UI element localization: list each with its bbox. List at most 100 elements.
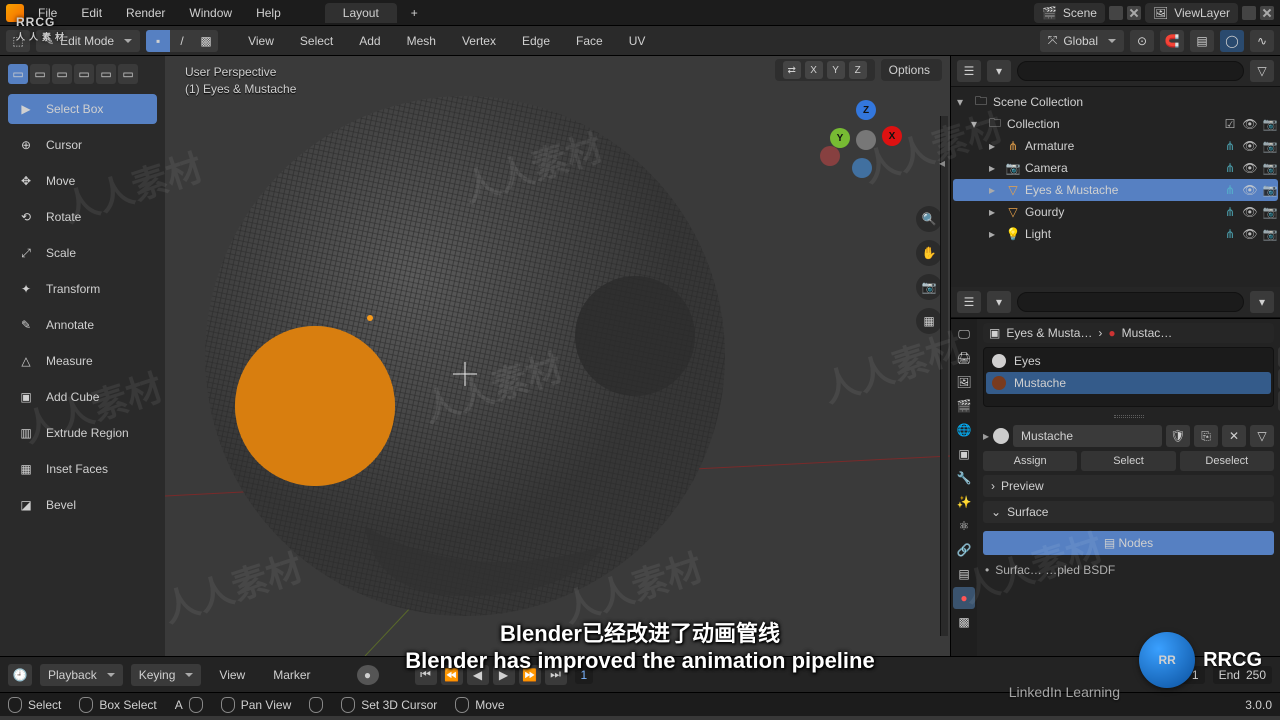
restrict-icon[interactable]: ⋔ [1222,182,1238,198]
tab-modifier[interactable]: 🔧 [953,467,975,489]
toolbar-view[interactable]: View [238,31,284,51]
eye-icon[interactable]: 👁 [1242,182,1258,198]
gizmo-nx[interactable] [820,146,840,166]
restrict-icon[interactable]: ⋔ [1222,160,1238,176]
assign-button[interactable]: Assign [983,451,1077,471]
proportional-falloff-icon[interactable]: ∿ [1250,30,1274,52]
props-search[interactable] [1017,292,1244,312]
gizmo-y[interactable]: Y [830,128,850,148]
menu-render[interactable]: Render [116,3,175,23]
toolbar-select[interactable]: Select [290,31,343,51]
preview-panel[interactable]: ›Preview [983,475,1274,497]
tool-move[interactable]: ✥Move [8,166,157,196]
render-icon[interactable]: 📷 [1262,160,1278,176]
playback-menu[interactable]: Playback [40,664,123,686]
select-button[interactable]: Select [1081,451,1175,471]
chevron-right-icon[interactable]: ▸ [989,183,1001,197]
tab-output[interactable]: 🖨 [953,347,975,369]
bc-material[interactable]: Mustac… [1122,326,1173,340]
eye-icon[interactable]: 👁 [1242,160,1258,176]
tool-cursor[interactable]: ⊕Cursor [8,130,157,160]
toolbar-vertex[interactable]: Vertex [452,31,506,51]
tab-scene[interactable]: 🎬 [953,395,975,417]
fake-user-icon[interactable]: 🛡 [1166,425,1190,447]
timeline-editor-icon[interactable]: 🕘 [8,664,32,686]
next-key-icon[interactable]: ⏩ [519,665,541,685]
axis-x[interactable]: X [805,61,823,79]
autokey-icon[interactable]: ● [357,665,379,685]
outliner-item-light[interactable]: ▸ 💡 Light ⋔ 👁 📷 [953,223,1278,245]
menu-window[interactable]: Window [179,3,242,23]
select-edge-icon[interactable]: / [170,30,194,52]
link-icon[interactable]: ▸ [983,429,989,443]
tool-scale[interactable]: ⤢Scale [8,238,157,268]
tab-viewlayer[interactable]: 🖼 [953,371,975,393]
use-nodes-button[interactable]: ▤ Nodes [983,531,1274,555]
eye-icon[interactable]: 👁 [1242,138,1258,154]
3d-viewport[interactable]: ⇄ X Y Z Options User Perspective (1) Eye… [165,56,950,656]
proportional-edit-icon[interactable]: ◯ [1220,30,1244,52]
sel-mode-4[interactable]: ▭ [74,64,94,84]
axis-y[interactable]: Y [827,61,845,79]
material-slot-mustache[interactable]: Mustache [986,372,1271,394]
tool-select-box[interactable]: ▶Select Box [8,94,157,124]
render-icon[interactable]: 📷 [1262,226,1278,242]
current-frame[interactable]: 1 [575,666,594,684]
jump-start-icon[interactable]: ⏮ [415,665,437,685]
gizmo-x[interactable]: X [882,126,902,146]
material-slot-eyes[interactable]: Eyes [986,350,1271,372]
options-dropdown[interactable]: Options [881,59,942,81]
sel-mode-3[interactable]: ▭ [52,64,72,84]
nav-gizmo[interactable]: X Y Z [820,106,910,196]
scene-new-icon[interactable] [1109,6,1123,20]
axis-z[interactable]: Z [849,61,867,79]
play-reverse-icon[interactable]: ◀ [467,665,489,685]
chevron-right-icon[interactable]: ▸ [989,227,1001,241]
jump-end-icon[interactable]: ⏭ [545,665,567,685]
prev-key-icon[interactable]: ⏪ [441,665,463,685]
select-face-icon[interactable]: ▩ [194,30,218,52]
workspace-add[interactable]: + [401,3,428,23]
orientation-dropdown[interactable]: ⤧ Global [1040,30,1124,52]
tab-object[interactable]: ▣ [953,443,975,465]
n-panel-strip[interactable]: ◂ [940,116,948,636]
keying-menu[interactable]: Keying [131,664,202,686]
viewlayer-selector[interactable]: 🖼 ViewLayer [1145,3,1238,23]
chevron-right-icon[interactable]: ▸ [989,205,1001,219]
sel-mode-6[interactable]: ▭ [118,64,138,84]
outliner-editor-icon[interactable]: ☰ [957,60,981,82]
render-icon[interactable]: 📷 [1262,204,1278,220]
tool-transform[interactable]: ✦Transform [8,274,157,304]
outliner-item-gourdy[interactable]: ▸ ▽ Gourdy ⋔ 👁 📷 [953,201,1278,223]
gizmo-nz[interactable] [852,158,872,178]
sel-mode-1[interactable]: ▭ [8,64,28,84]
material-name-field[interactable]: Mustache [1013,425,1162,447]
toolbar-edge[interactable]: Edge [512,31,560,51]
render-icon[interactable]: 📷 [1262,116,1278,132]
tool-annotate[interactable]: ✎Annotate [8,310,157,340]
chevron-right-icon[interactable]: ▸ [989,139,1001,153]
tab-constraints[interactable]: 🔗 [953,539,975,561]
props-display-mode[interactable]: ▾ [987,291,1011,313]
outliner-scene-collection[interactable]: ▾🗀Scene Collection [953,91,1278,113]
select-vertex-icon[interactable]: ▪ [146,30,170,52]
perspective-icon[interactable]: ▦ [916,308,942,334]
tab-render[interactable]: 🖵 [953,323,975,345]
tool-measure[interactable]: △Measure [8,346,157,376]
layer-new-icon[interactable] [1242,6,1256,20]
timeline-view[interactable]: View [209,665,255,685]
eye-icon[interactable]: 👁 [1242,116,1258,132]
checkbox-icon[interactable]: ☑ [1222,116,1238,132]
tool-inset[interactable]: ▦Inset Faces [8,454,157,484]
node-wrangler-icon[interactable]: ▽ [1250,425,1274,447]
toolbar-add[interactable]: Add [349,31,390,51]
tab-particles[interactable]: ✨ [953,491,975,513]
tab-physics[interactable]: ⚛ [953,515,975,537]
restrict-icon[interactable]: ⋔ [1222,138,1238,154]
toolbar-mesh[interactable]: Mesh [397,31,446,51]
drag-handle[interactable] [983,411,1274,421]
sel-mode-2[interactable]: ▭ [30,64,50,84]
outliner-item-camera[interactable]: ▸ 📷 Camera ⋔ 👁 📷 [953,157,1278,179]
outliner-item-armature[interactable]: ▸ ⋔ Armature ⋔ 👁 📷 [953,135,1278,157]
snap-type-icon[interactable]: ▤ [1190,30,1214,52]
